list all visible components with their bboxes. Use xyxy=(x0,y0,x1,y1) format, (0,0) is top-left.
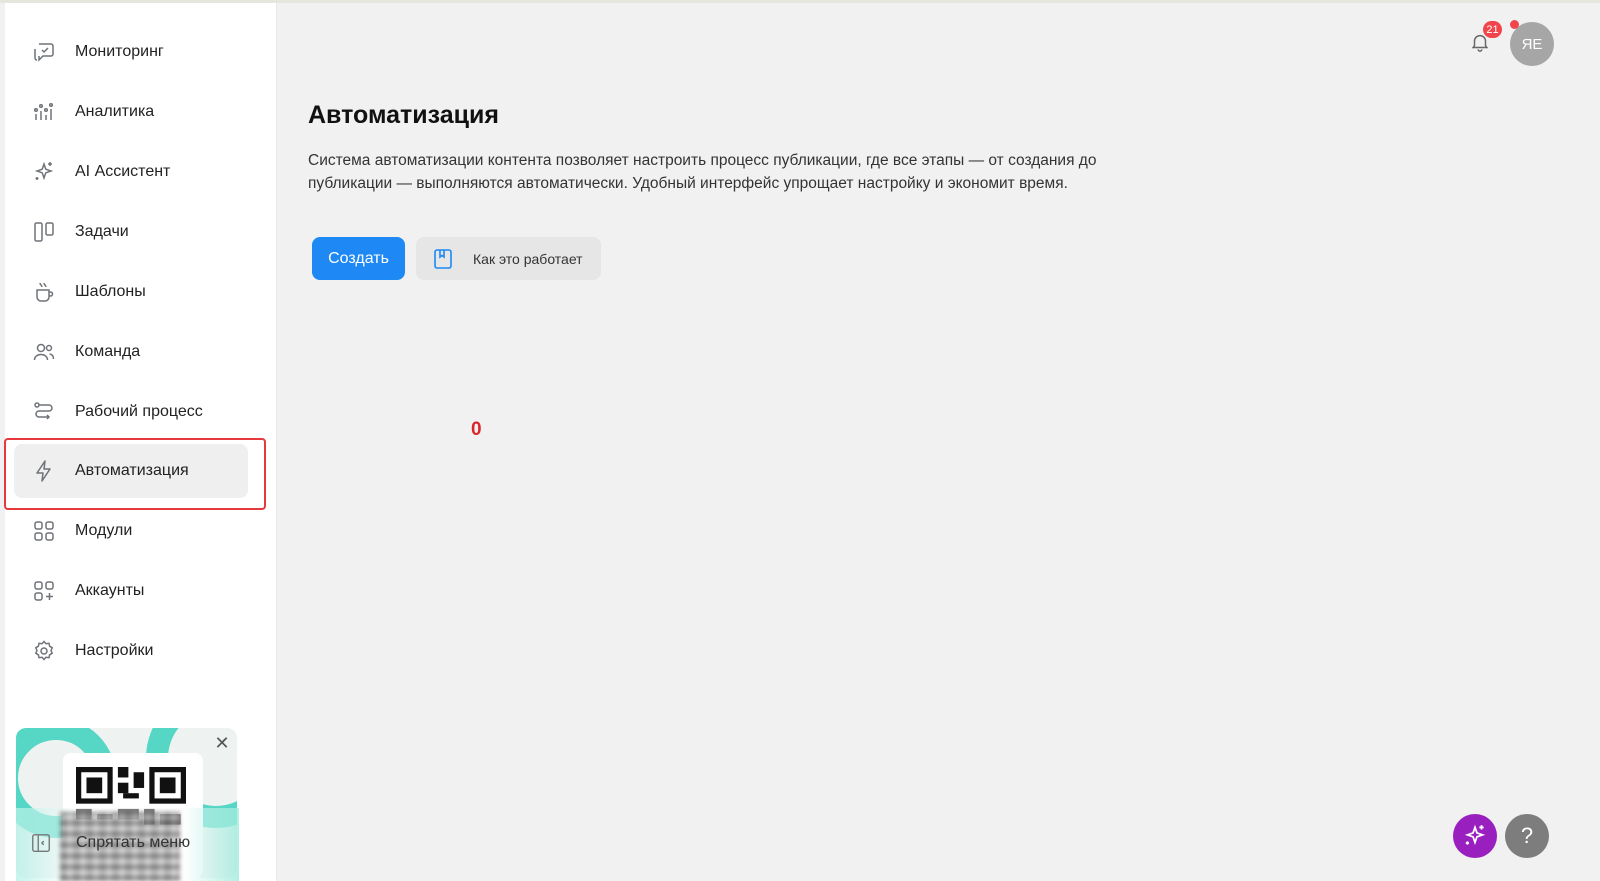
sidebar-item-label: Аккаунты xyxy=(75,582,145,599)
sidebar-item-accounts[interactable]: Аккаунты xyxy=(14,564,248,618)
team-icon xyxy=(31,339,57,365)
close-icon[interactable]: ✕ xyxy=(213,733,231,754)
main-content: Автоматизация Система автоматизации конт… xyxy=(278,3,1600,881)
sidebar-item-workflow[interactable]: Рабочий процесс xyxy=(14,385,248,439)
sidebar-item-label: AI Ассистент xyxy=(75,163,171,180)
sidebar-item-ai-assistant[interactable]: AI Ассистент xyxy=(14,145,248,199)
book-icon xyxy=(433,248,453,270)
sidebar-item-label: Модули xyxy=(75,522,133,539)
sidebar-item-label: Настройки xyxy=(75,642,154,659)
hide-menu-button[interactable]: Спрятать меню xyxy=(30,832,190,854)
lightning-icon xyxy=(31,458,57,484)
modules-icon xyxy=(31,518,57,544)
sidebar-item-label: Мониторинг xyxy=(75,43,164,60)
accounts-icon xyxy=(31,578,57,604)
question-icon: ? xyxy=(1520,823,1534,848)
sidebar-item-label: Аналитика xyxy=(75,103,155,120)
sidebar-item-templates[interactable]: Шаблоны xyxy=(14,265,248,319)
sidebar-item-modules[interactable]: Модули xyxy=(14,504,248,558)
hide-menu-label: Спрятать меню xyxy=(76,834,191,851)
sidebar-item-tasks[interactable]: Задачи xyxy=(14,205,248,259)
sidebar-item-team[interactable]: Команда xyxy=(14,325,248,379)
page-title: Автоматизация xyxy=(308,101,499,129)
help-button[interactable]: ? xyxy=(1505,814,1549,858)
notification-count-badge: 21 xyxy=(1483,21,1502,38)
sidebar-item-analytics[interactable]: Аналитика xyxy=(14,85,248,139)
page-description: Система автоматизации контента позволяет… xyxy=(308,152,1097,192)
sidebar-item-label: Автоматизация xyxy=(75,462,189,479)
sidebar-item-automation[interactable]: Автоматизация xyxy=(14,444,248,498)
sidebar-item-label: Задачи xyxy=(75,223,129,240)
sidebar-item-label: Шаблоны xyxy=(75,283,146,300)
templates-icon xyxy=(31,279,57,305)
create-button[interactable]: Создать xyxy=(312,237,405,280)
gear-icon xyxy=(31,638,57,664)
sidebar-item-label: Рабочий процесс xyxy=(75,403,203,420)
sparkles-icon xyxy=(31,159,57,185)
sidebar-item-label: Команда xyxy=(75,343,141,360)
avatar[interactable]: ЯЕ xyxy=(1510,22,1554,66)
how-it-works-button[interactable]: Как это работает xyxy=(416,237,601,280)
kanban-icon xyxy=(31,219,57,245)
sidebar-item-monitoring[interactable]: Мониторинг xyxy=(14,25,248,79)
status-dot xyxy=(1510,20,1519,29)
how-it-works-label: Как это работает xyxy=(473,250,583,267)
analytics-icon xyxy=(31,99,57,125)
sidebar-collapse-icon xyxy=(30,832,52,854)
sidebar-item-settings[interactable]: Настройки xyxy=(14,624,248,678)
monitoring-icon xyxy=(31,39,57,65)
sparkles-icon xyxy=(1462,823,1488,849)
annotation-label: 0 xyxy=(471,419,482,440)
workflow-icon xyxy=(31,399,57,425)
ai-assistant-button[interactable] xyxy=(1453,814,1497,858)
